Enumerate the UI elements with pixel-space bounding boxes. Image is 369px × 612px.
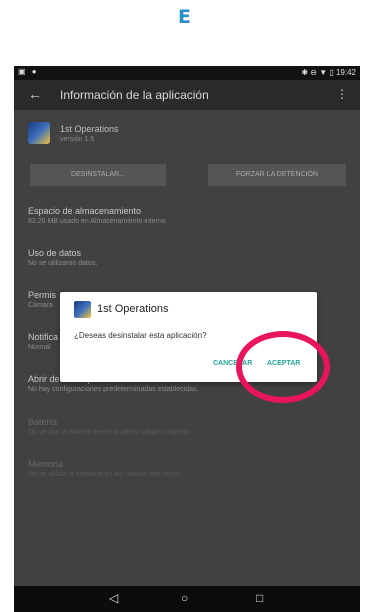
app-bar: ← Información de la aplicación ⋮: [14, 80, 360, 110]
storage-title: Espacio de almacenamiento: [28, 206, 142, 216]
back-nav-icon[interactable]: ◁: [109, 591, 118, 605]
battery-subtitle: No se usó la batería desde la última car…: [28, 429, 190, 436]
force-stop-button[interactable]: FORZAR LA DETENCIÓN: [208, 164, 346, 186]
home-nav-icon[interactable]: ○: [181, 591, 188, 605]
data-usage-item[interactable]: Uso de datos No se utilizaron datos.: [28, 248, 348, 267]
memory-item[interactable]: Memoria No se utilizó la memoria en las …: [28, 459, 348, 478]
page-title: Información de la aplicación: [60, 88, 209, 102]
battery-item[interactable]: Batería No se usó la batería desde la úl…: [28, 417, 348, 436]
uninstall-button[interactable]: DESINSTALAR...: [30, 164, 166, 186]
memory-subtitle: No se utilizó la memoria en las últimas …: [28, 471, 181, 478]
highlight-circle: [236, 331, 330, 403]
status-time: 19:42: [335, 68, 356, 77]
notification-icons: ▣ ●: [18, 67, 39, 76]
storage-subtitle: 83.20 MB usado en Almacenamiento interno: [28, 218, 166, 225]
battery-title: Batería: [28, 417, 58, 427]
back-arrow-icon[interactable]: ←: [28, 86, 42, 102]
recents-nav-icon[interactable]: □: [256, 591, 263, 605]
navigation-bar: ◁ ○ □: [14, 586, 360, 612]
overflow-menu-icon[interactable]: ⋮: [336, 87, 348, 101]
app-version: versión 1.5: [60, 136, 95, 143]
data-usage-title: Uso de datos: [28, 248, 82, 258]
data-usage-subtitle: No se utilizaron datos.: [28, 260, 98, 267]
app-name: 1st Operations: [60, 124, 119, 134]
step-letter: E: [178, 6, 191, 28]
dialog-app-icon: [74, 301, 91, 318]
storage-item[interactable]: Espacio de almacenamiento 83.20 MB usado…: [28, 206, 348, 225]
dialog-title: 1st Operations: [97, 303, 169, 315]
status-bar: ▣ ● ✱ ⊖ ▼ ▯ 19:42: [14, 66, 360, 80]
app-icon: [28, 122, 50, 144]
memory-title: Memoria: [28, 459, 64, 469]
action-buttons: DESINSTALAR... FORZAR LA DETENCIÓN: [30, 164, 346, 186]
dialog-message: ¿Deseas desinstalar esta aplicación?: [74, 331, 207, 340]
status-icons: ✱ ⊖ ▼ ▯ 19:42: [301, 68, 356, 77]
